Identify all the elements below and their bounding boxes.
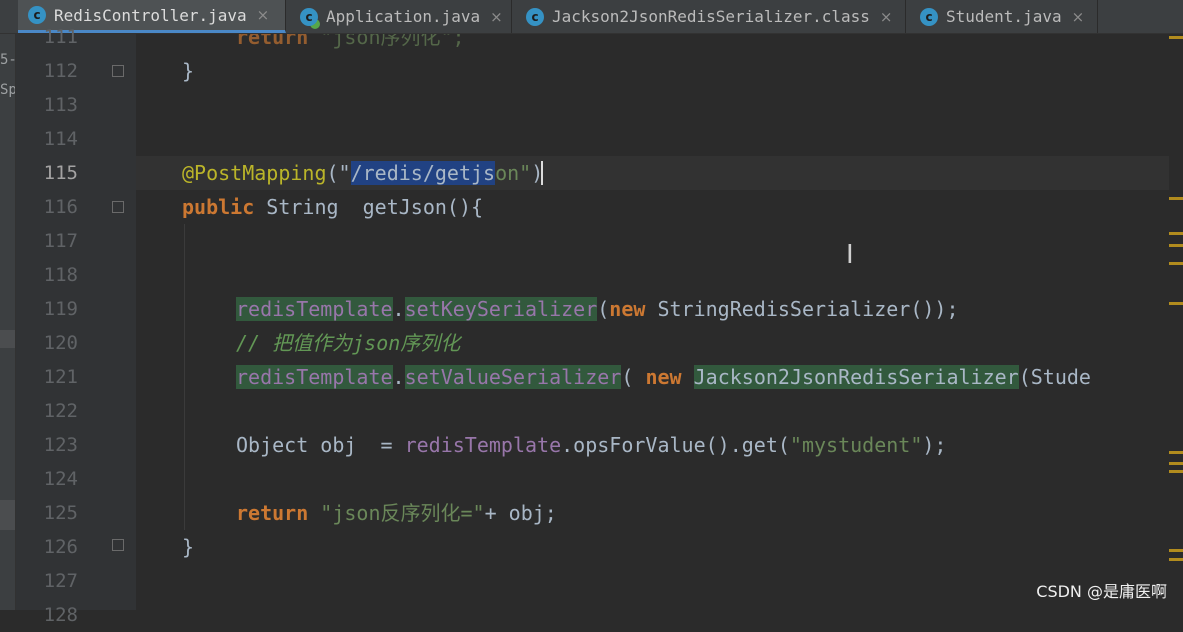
- warning-marker[interactable]: [1169, 302, 1183, 305]
- warning-marker[interactable]: [1169, 232, 1183, 235]
- close-icon[interactable]: ×: [1072, 8, 1085, 26]
- warning-marker[interactable]: [1169, 462, 1183, 465]
- line-number: 120: [43, 332, 78, 354]
- fold-marker-icon[interactable]: [112, 201, 124, 213]
- code-line-123: Object obj = redisTemplate.opsForValue()…: [236, 433, 947, 457]
- code-line-120: // 把值作为json序列化: [236, 331, 461, 355]
- warning-marker[interactable]: [1169, 558, 1183, 561]
- warning-marker[interactable]: [1169, 197, 1183, 200]
- code-editor[interactable]: return "json序列化"; } @PostMapping("/redis…: [136, 34, 1169, 610]
- close-icon[interactable]: ×: [880, 8, 893, 26]
- error-stripe[interactable]: [1169, 34, 1183, 610]
- tab-label: Student.java: [946, 7, 1062, 26]
- fold-marker-icon[interactable]: [112, 65, 124, 77]
- project-tree-fragment: 5-: [0, 52, 16, 68]
- java-application-icon: c: [300, 7, 318, 26]
- selected-text: /redis/getjs: [350, 161, 496, 185]
- warning-marker[interactable]: [1169, 262, 1183, 265]
- code-line-126: }: [182, 535, 195, 559]
- line-number: 111: [43, 26, 78, 48]
- close-icon[interactable]: ×: [490, 8, 503, 26]
- tab-student[interactable]: c Student.java ×: [910, 0, 1098, 33]
- line-number-current: 115: [43, 162, 78, 184]
- line-number: 121: [43, 366, 78, 388]
- line-number: 123: [43, 434, 78, 456]
- line-number: 118: [43, 264, 78, 286]
- code-line-111: return "json序列化";: [236, 34, 465, 49]
- editor-tab-bar: c RedisController.java × c Application.j…: [0, 0, 1183, 34]
- line-number: 114: [43, 128, 78, 150]
- line-number-gutter[interactable]: 111 112 113 114 115 116 117 118 119 120 …: [16, 26, 136, 626]
- line-number: 113: [43, 94, 78, 116]
- java-class-icon: c: [920, 7, 938, 26]
- line-number: 125: [43, 502, 78, 524]
- line-number: 119: [43, 298, 78, 320]
- code-line-115: @PostMapping("/redis/getjson"): [182, 161, 544, 185]
- fold-marker-icon[interactable]: [112, 539, 124, 551]
- code-line-125: return "json反序列化="+ obj;: [236, 501, 557, 525]
- scroll-marker: [0, 330, 15, 348]
- code-line-112: }: [182, 59, 195, 83]
- tab-application[interactable]: c Application.java ×: [290, 0, 512, 33]
- warning-marker[interactable]: [1169, 549, 1183, 552]
- code-line-116: public String getJson(){: [182, 195, 484, 219]
- java-class-icon: c: [526, 7, 544, 26]
- project-panel-edge[interactable]: 5- Sp: [0, 34, 16, 610]
- text-caret: [541, 161, 543, 185]
- indent-guide: [184, 224, 185, 530]
- code-line-121: redisTemplate.setValueSerializer( new Ja…: [236, 365, 1091, 389]
- line-number: 116: [43, 196, 78, 218]
- line-number: 124: [43, 468, 78, 490]
- line-number: 127: [43, 570, 78, 592]
- tab-jackson2jsonredisserializer[interactable]: c Jackson2JsonRedisSerializer.class ×: [516, 0, 906, 33]
- close-icon[interactable]: ×: [257, 6, 270, 24]
- tab-label: Jackson2JsonRedisSerializer.class: [552, 7, 870, 26]
- scroll-marker: [0, 500, 15, 530]
- tab-label: Application.java: [326, 7, 481, 26]
- warning-marker[interactable]: [1169, 451, 1183, 454]
- project-tree-fragment: Sp: [0, 82, 16, 98]
- line-number: 112: [43, 60, 78, 82]
- tab-label: RedisController.java: [54, 5, 247, 25]
- warning-marker[interactable]: [1169, 36, 1183, 39]
- mouse-ibeam-cursor-icon: I: [846, 240, 854, 270]
- line-number: 126: [43, 536, 78, 558]
- warning-marker[interactable]: [1169, 244, 1183, 247]
- line-number: 128: [43, 604, 78, 626]
- code-line-119: redisTemplate.setKeySerializer(new Strin…: [236, 297, 959, 321]
- watermark: CSDN @是庸医啊: [1036, 582, 1167, 601]
- line-number: 122: [43, 400, 78, 422]
- line-number: 117: [43, 230, 78, 252]
- warning-marker[interactable]: [1169, 470, 1183, 473]
